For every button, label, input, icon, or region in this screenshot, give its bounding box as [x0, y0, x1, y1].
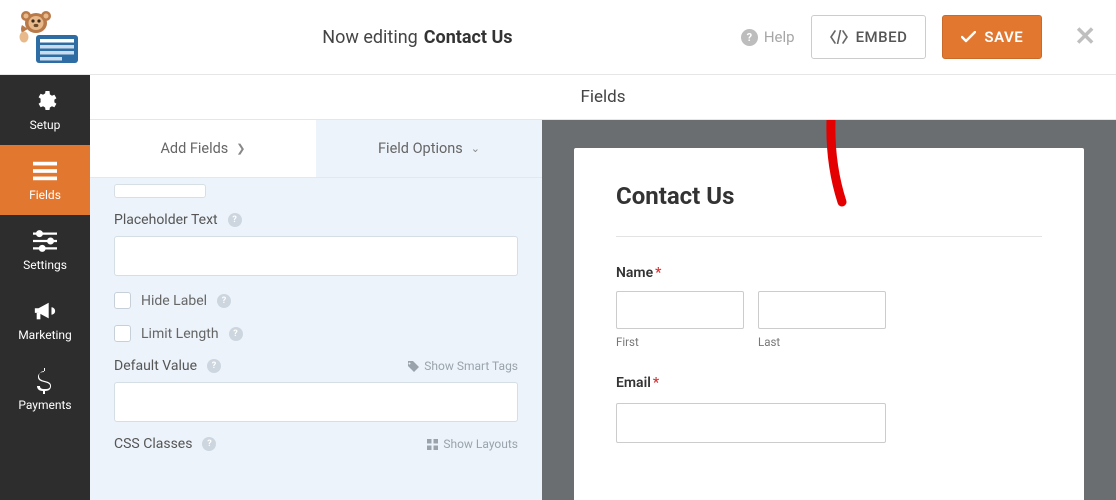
title-area: Now editing Contact Us: [94, 27, 741, 48]
name-field-label: Name*: [616, 265, 1042, 281]
last-sublabel: Last: [758, 335, 886, 349]
gear-icon: [33, 89, 57, 113]
sidebar-item-fields[interactable]: Fields: [0, 145, 90, 215]
required-mark: *: [655, 265, 661, 281]
hide-label-label: Hide Label: [141, 293, 207, 309]
topbar: Now editing Contact Us ? Help EMBED SAVE…: [0, 0, 1116, 75]
wpforms-logo[interactable]: [6, 7, 94, 67]
tab-label: Add Fields: [160, 140, 228, 157]
sidebar-item-payments[interactable]: Payments: [0, 355, 90, 425]
sidebar-label: Fields: [29, 188, 61, 202]
form-title: Contact Us: [616, 182, 1042, 210]
required-mark: *: [653, 375, 659, 391]
form-preview: Contact Us Name* First: [542, 120, 1116, 500]
tooltip-icon[interactable]: ?: [217, 294, 231, 308]
default-value-label: Default Value: [114, 358, 197, 374]
show-smart-tags-link[interactable]: Show Smart Tags: [408, 359, 518, 373]
form-name: Contact Us: [424, 27, 513, 48]
tooltip-icon[interactable]: ?: [207, 359, 221, 373]
sidebar-item-setup[interactable]: Setup: [0, 75, 90, 145]
sidebar-item-marketing[interactable]: Marketing: [0, 285, 90, 355]
placeholder-text-input[interactable]: [114, 236, 518, 276]
sidebar-label: Marketing: [18, 328, 72, 342]
sidebar-label: Settings: [23, 258, 67, 272]
chevron-right-icon: ❯: [236, 142, 245, 155]
first-sublabel: First: [616, 335, 744, 349]
help-label: Help: [764, 28, 795, 46]
tab-add-fields[interactable]: Add Fields ❯: [90, 120, 316, 177]
code-icon: [830, 30, 848, 44]
show-layouts-link[interactable]: Show Layouts: [427, 437, 518, 451]
tooltip-icon[interactable]: ?: [228, 213, 242, 227]
sidebar-label: Setup: [30, 118, 61, 132]
close-button[interactable]: ✕: [1074, 22, 1096, 52]
divider: [616, 236, 1042, 237]
tooltip-icon[interactable]: ?: [229, 327, 243, 341]
grid-icon: [427, 439, 438, 450]
sliders-icon: [33, 229, 57, 253]
panel-title: Fields: [90, 75, 1116, 120]
email-input[interactable]: [616, 403, 886, 443]
help-link[interactable]: ? Help: [741, 28, 795, 46]
first-name-input[interactable]: [616, 291, 744, 329]
editing-prefix: Now editing: [322, 27, 417, 48]
list-icon: [33, 159, 57, 183]
field-options-panel: Add Fields ❯ Field Options ⌄ Placeholder: [90, 120, 542, 500]
hide-label-checkbox[interactable]: [114, 292, 131, 309]
save-button[interactable]: SAVE: [942, 15, 1042, 59]
chevron-down-icon: ⌄: [471, 142, 480, 155]
sidebar: Setup Fields Settings Marketing: [0, 75, 90, 500]
limit-length-checkbox[interactable]: [114, 325, 131, 342]
help-icon: ?: [741, 29, 758, 46]
show-smart-tags-label: Show Smart Tags: [424, 359, 518, 373]
default-value-input[interactable]: [114, 382, 518, 422]
limit-length-label: Limit Length: [141, 326, 219, 342]
dollar-icon: [33, 369, 57, 393]
form-card[interactable]: Contact Us Name* First: [574, 148, 1084, 500]
check-icon: [961, 31, 976, 43]
email-field-label: Email*: [616, 375, 1042, 391]
tab-label: Field Options: [378, 140, 463, 157]
tooltip-icon[interactable]: ?: [202, 437, 216, 451]
last-name-input[interactable]: [758, 291, 886, 329]
embed-button[interactable]: EMBED: [811, 15, 927, 59]
css-classes-label: CSS Classes: [114, 436, 192, 452]
sidebar-label: Payments: [18, 398, 71, 412]
sidebar-item-settings[interactable]: Settings: [0, 215, 90, 285]
bullhorn-icon: [33, 299, 57, 323]
placeholder-text-label: Placeholder Text: [114, 212, 218, 228]
save-label: SAVE: [984, 28, 1023, 46]
show-layouts-label: Show Layouts: [443, 437, 518, 451]
tag-icon: [408, 361, 419, 372]
tab-field-options[interactable]: Field Options ⌄: [316, 120, 542, 177]
embed-label: EMBED: [856, 28, 908, 46]
truncated-control: [114, 184, 206, 198]
